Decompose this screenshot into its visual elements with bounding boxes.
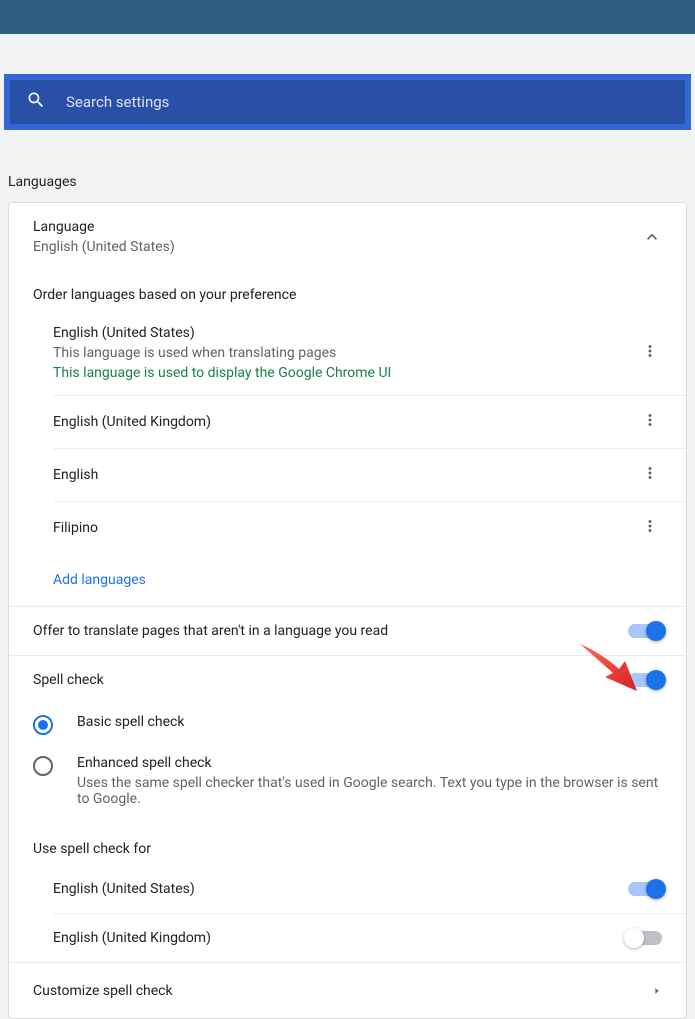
translate-offer-label: Offer to translate pages that aren't in …: [33, 623, 388, 639]
enhanced-spell-check-row[interactable]: Enhanced spell check Uses the same spell…: [9, 745, 686, 817]
enhanced-spell-label: Enhanced spell check: [77, 755, 662, 771]
language-sub: This language is used when translating p…: [53, 345, 638, 361]
arrow-right-icon: [652, 981, 662, 1000]
more-menu-button[interactable]: [638, 463, 662, 487]
language-name: English: [53, 467, 638, 483]
translate-offer-row: Offer to translate pages that aren't in …: [9, 606, 686, 655]
language-item: English (United Kingdom): [53, 396, 686, 449]
window-titlebar: [0, 0, 695, 34]
language-name: English (United States): [53, 325, 638, 341]
spell-check-label: Spell check: [33, 672, 104, 688]
search-input[interactable]: [66, 93, 669, 111]
language-name: Filipino: [53, 520, 638, 536]
more-menu-button[interactable]: [638, 516, 662, 540]
more-vert-icon: [641, 342, 659, 364]
more-vert-icon: [641, 517, 659, 539]
more-menu-button[interactable]: [638, 341, 662, 365]
spell-check-lang-row: English (United Kingdom): [53, 914, 686, 962]
spell-check-row: Spell check: [9, 655, 686, 704]
language-name: English (United Kingdom): [53, 414, 638, 430]
spell-check-lang-name: English (United States): [53, 881, 195, 897]
language-item: Filipino: [53, 502, 686, 554]
basic-spell-label: Basic spell check: [77, 714, 662, 730]
spell-check-lang-name: English (United Kingdom): [53, 930, 211, 946]
enhanced-spell-desc: Uses the same spell checker that's used …: [77, 775, 662, 807]
language-list: English (United States) This language is…: [9, 311, 686, 606]
customize-spell-check-label: Customize spell check: [33, 983, 173, 999]
search-box[interactable]: [10, 80, 685, 124]
language-current: English (United States): [33, 239, 642, 255]
basic-spell-radio[interactable]: [33, 715, 53, 735]
language-header-row[interactable]: Language English (United States): [9, 203, 686, 271]
customize-spell-check-row[interactable]: Customize spell check: [9, 962, 686, 1018]
search-bar-container: [4, 74, 691, 130]
spell-check-lang-row: English (United States): [53, 865, 686, 914]
section-title: Languages: [0, 130, 695, 202]
spell-check-language-list: English (United States) English (United …: [9, 865, 686, 962]
translate-toggle[interactable]: [628, 624, 662, 638]
language-ui-note: This language is used to display the Goo…: [53, 365, 638, 381]
languages-card: Language English (United States) Order l…: [8, 202, 687, 1019]
spell-check-for-label: Use spell check for: [9, 817, 686, 865]
basic-spell-check-row[interactable]: Basic spell check: [9, 704, 686, 745]
spell-check-lang-toggle[interactable]: [628, 931, 662, 945]
more-vert-icon: [641, 411, 659, 433]
more-menu-button[interactable]: [638, 410, 662, 434]
order-hint: Order languages based on your preference: [9, 271, 686, 311]
enhanced-spell-radio[interactable]: [33, 756, 53, 776]
chevron-up-icon[interactable]: [642, 227, 662, 247]
more-vert-icon: [641, 464, 659, 486]
search-icon: [26, 90, 46, 114]
spell-check-lang-toggle[interactable]: [628, 882, 662, 896]
language-item: English (United States) This language is…: [53, 311, 686, 396]
language-heading: Language: [33, 219, 642, 235]
add-languages-button[interactable]: Add languages: [53, 554, 146, 606]
spell-check-toggle[interactable]: [628, 673, 662, 687]
language-item: English: [53, 449, 686, 502]
